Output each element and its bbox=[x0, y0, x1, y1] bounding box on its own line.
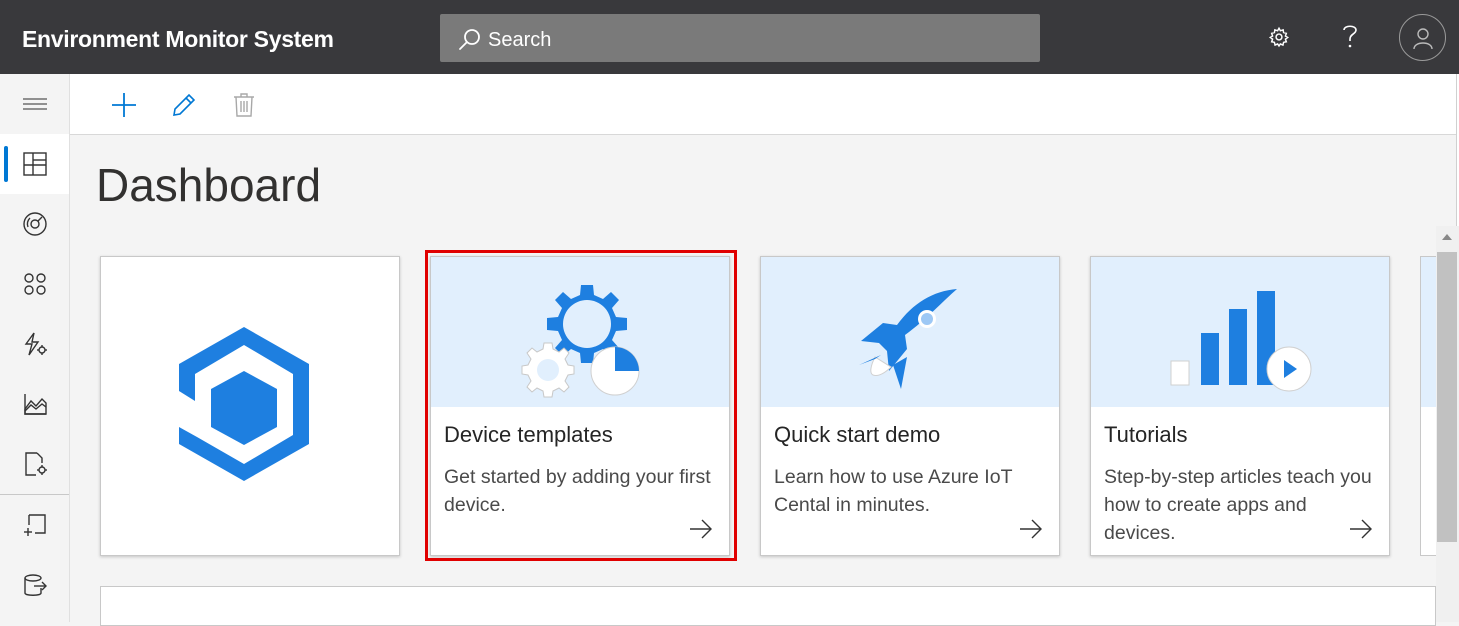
nav-rules[interactable] bbox=[0, 314, 69, 374]
quick-start-hero bbox=[761, 257, 1059, 407]
dashboard-icon bbox=[22, 152, 47, 176]
scroll-thumb[interactable] bbox=[1437, 252, 1457, 542]
device-groups-icon bbox=[23, 273, 46, 295]
search-placeholder: Search bbox=[488, 29, 552, 51]
delete-trash-icon[interactable] bbox=[227, 88, 261, 122]
search-icon bbox=[459, 29, 480, 50]
user-avatar-icon[interactable] bbox=[1399, 14, 1446, 61]
data-export-icon bbox=[23, 574, 47, 596]
nav-dashboard[interactable] bbox=[0, 134, 69, 194]
edit-pencil-icon[interactable] bbox=[167, 88, 201, 122]
jobs-icon bbox=[24, 452, 47, 476]
devices-gauge-icon bbox=[22, 212, 47, 236]
card-title: Tutorials bbox=[1104, 422, 1188, 447]
nav-divider bbox=[0, 494, 69, 495]
nav-jobs[interactable] bbox=[0, 434, 69, 494]
device-templates-icon bbox=[23, 514, 46, 536]
scroll-up-arrow-icon[interactable] bbox=[1442, 234, 1452, 240]
analytics-icon bbox=[23, 394, 47, 415]
help-icon[interactable] bbox=[1334, 18, 1366, 54]
bar-chart-play-icon bbox=[1170, 291, 1312, 392]
nav-device-templates[interactable] bbox=[0, 496, 69, 556]
rocket-icon bbox=[859, 289, 957, 389]
tutorials-card[interactable]: Tutorials Step-by-step articles teach yo… bbox=[1090, 256, 1390, 556]
arrow-right-icon[interactable] bbox=[1019, 519, 1043, 539]
rules-icon bbox=[24, 332, 47, 356]
nav-device-groups[interactable] bbox=[0, 254, 69, 314]
nav-analytics[interactable] bbox=[0, 374, 69, 434]
vertical-scrollbar[interactable] bbox=[1436, 226, 1459, 622]
next-card-partial[interactable] bbox=[1420, 256, 1436, 556]
command-bar bbox=[70, 74, 1459, 135]
left-navigation bbox=[0, 74, 70, 622]
logo-card bbox=[100, 256, 400, 556]
arrow-right-icon[interactable] bbox=[1349, 519, 1373, 539]
iot-central-logo-icon bbox=[179, 327, 309, 481]
card-description: Learn how to use Azure IoT Cental in min… bbox=[774, 466, 1013, 516]
app-title[interactable]: Environment Monitor System bbox=[22, 26, 334, 53]
quick-start-demo-card[interactable]: Quick start demo Learn how to use Azure … bbox=[760, 256, 1060, 556]
highlight-box bbox=[425, 250, 737, 561]
card-title: Quick start demo bbox=[774, 422, 941, 447]
top-bar: Environment Monitor System Search bbox=[0, 0, 1459, 74]
nav-data-export[interactable] bbox=[0, 556, 69, 616]
next-card-hero bbox=[1421, 257, 1436, 407]
nav-devices[interactable] bbox=[0, 194, 69, 254]
settings-gear-icon[interactable] bbox=[1262, 20, 1296, 54]
add-icon[interactable] bbox=[107, 88, 141, 122]
page-title: Dashboard bbox=[96, 159, 322, 211]
card-description: Step-by-step articles teach you how to c… bbox=[1104, 466, 1372, 544]
menu-icon[interactable] bbox=[0, 74, 69, 134]
search-box[interactable]: Search bbox=[440, 14, 1040, 62]
tutorials-hero bbox=[1091, 257, 1389, 407]
bottom-card bbox=[100, 586, 1436, 626]
